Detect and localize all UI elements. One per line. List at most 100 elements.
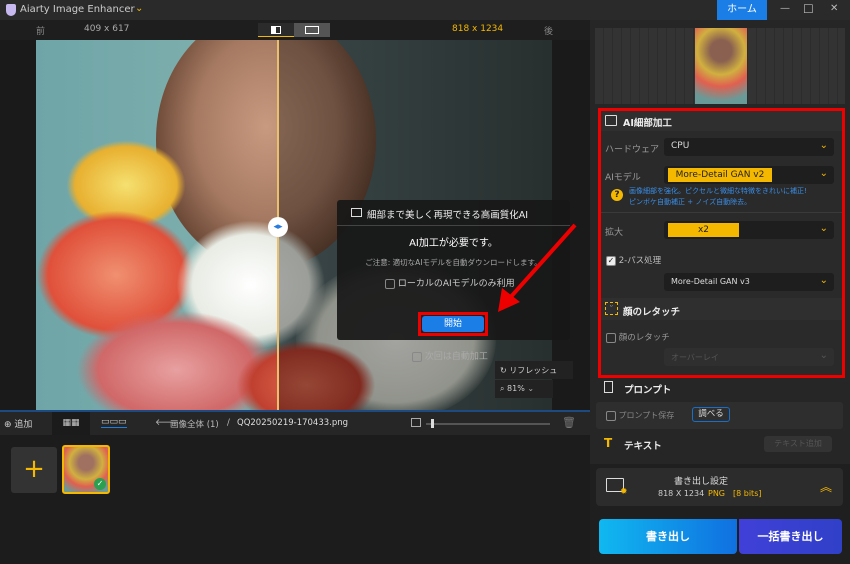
chevron-down-icon: ⌄ bbox=[819, 350, 828, 361]
compare-handle-icon[interactable]: ◂▸ bbox=[268, 217, 288, 237]
refresh-icon: ↻ bbox=[500, 366, 507, 375]
monitor-icon bbox=[351, 208, 362, 217]
two-pass-checkbox[interactable]: ✓ 2-パス処理 bbox=[606, 254, 661, 266]
prompt-section-title: プロンプト bbox=[624, 385, 672, 396]
breadcrumb-filename: QQ20250219-170433.png bbox=[237, 418, 349, 428]
zoom-value: 81% bbox=[507, 384, 525, 393]
close-button[interactable]: ✕ bbox=[830, 3, 838, 14]
chevron-up-icon[interactable]: ︽ bbox=[820, 478, 832, 495]
home-button[interactable]: ホーム bbox=[717, 0, 767, 20]
hardware-dropdown[interactable]: CPU ⌄ bbox=[664, 138, 834, 156]
chevron-down-icon: ⌄ bbox=[819, 168, 828, 179]
ai-section-title: AI細部加工 bbox=[623, 118, 672, 129]
split-view-icon bbox=[271, 26, 281, 34]
model-description-1: 画像細部を強化。ピクセルと微細な特徴をきれいに補正! bbox=[629, 187, 807, 195]
app-logo-icon bbox=[6, 4, 16, 16]
minimize-button[interactable]: — bbox=[780, 3, 790, 14]
image-size-icon bbox=[411, 418, 421, 427]
export-button[interactable]: 書き出し bbox=[599, 519, 737, 554]
hardware-label: ハードウェア bbox=[605, 145, 660, 155]
two-pass-model-dropdown[interactable]: More-Detail GAN v3 ⌄ bbox=[664, 273, 834, 291]
thumbnail-size-slider[interactable] bbox=[426, 419, 550, 428]
app-menu-chevron-icon[interactable]: ⌄ bbox=[135, 3, 143, 14]
checkbox-icon bbox=[412, 351, 422, 362]
scale-dropdown[interactable]: x2 ⌄ bbox=[664, 221, 834, 239]
after-label: 後 bbox=[544, 27, 554, 37]
face-section-title: 顔のレタッチ bbox=[623, 307, 681, 318]
compare-bar: 前 409 x 617 818 x 1234 後 bbox=[0, 20, 590, 40]
maximize-button[interactable]: ☐ bbox=[803, 2, 814, 16]
lookup-button[interactable]: 調べる bbox=[692, 407, 730, 422]
after-size: 818 x 1234 bbox=[452, 24, 504, 34]
check-badge-icon: ✓ bbox=[94, 478, 106, 490]
two-pass-model-value: More-Detail GAN v3 bbox=[671, 277, 750, 286]
refresh-label: リフレッシュ bbox=[509, 366, 558, 375]
add-text-button[interactable]: テキスト追加 bbox=[764, 436, 832, 452]
image-thumbnail[interactable]: ✓ bbox=[62, 445, 110, 494]
export-size: 818 X 1234 bbox=[658, 489, 705, 498]
export-settings[interactable]: ✹ 書き出し設定 818 X 1234 PNG [8 bits] ︽ bbox=[596, 468, 843, 506]
app-title: Aiarty Image Enhancer bbox=[20, 4, 135, 15]
thumbnail-strip bbox=[595, 28, 845, 104]
add-button[interactable]: ⊕ 追加 bbox=[4, 417, 32, 430]
red-arrow-annotation bbox=[498, 223, 577, 312]
zoom-dropdown[interactable]: ⌕ 81% ⌄ bbox=[495, 380, 553, 398]
help-icon[interactable]: ? bbox=[611, 189, 623, 201]
gear-icon: ✹ bbox=[620, 487, 628, 497]
breadcrumb-separator: / bbox=[227, 418, 230, 428]
trash-icon[interactable]: 🗑 bbox=[562, 416, 576, 429]
prompt-row: プロンプト保存 調べる bbox=[596, 402, 843, 429]
prompt-save-checkbox[interactable]: プロンプト保存 bbox=[606, 410, 674, 421]
plus-circle-icon: ⊕ bbox=[4, 420, 12, 430]
model-description-2: ピンボケ自動補正 + ノイズ自動除去。 bbox=[629, 198, 752, 206]
hardware-value: CPU bbox=[671, 141, 690, 151]
checkmark-icon: ✓ bbox=[606, 255, 616, 266]
grid-view-button[interactable]: ▦▦ bbox=[52, 412, 90, 435]
export-bits: [8 bits] bbox=[733, 489, 762, 498]
two-pass-label: 2-パス処理 bbox=[618, 256, 662, 266]
start-button[interactable]: 開始 bbox=[422, 316, 484, 332]
face-retouch-label: 顔のレタッチ bbox=[618, 333, 670, 343]
before-label: 前 bbox=[36, 27, 46, 37]
batch-export-button[interactable]: 一括書き出し bbox=[739, 519, 842, 554]
side-by-side-icon bbox=[305, 26, 319, 34]
chevron-down-icon: ⌄ bbox=[819, 140, 828, 151]
side-by-side-button[interactable] bbox=[294, 23, 330, 37]
add-image-tile[interactable]: + bbox=[11, 447, 57, 493]
scale-label: 拡大 bbox=[605, 228, 624, 238]
prompt-icon bbox=[604, 381, 613, 393]
model-dropdown[interactable]: More-Detail GAN v2 ⌄ bbox=[664, 166, 834, 184]
auto-process-checkbox[interactable]: 次回は自動加工 bbox=[412, 349, 488, 362]
checkbox-icon bbox=[606, 410, 616, 421]
add-label: 追加 bbox=[14, 420, 33, 430]
text-icon: T bbox=[604, 436, 613, 450]
title-bar: Aiarty Image Enhancer ⌄ ホーム — ☐ ✕ bbox=[0, 0, 850, 20]
chevron-down-icon: ⌄ bbox=[819, 275, 828, 286]
prompt-save-label: プロンプト保存 bbox=[618, 411, 675, 420]
before-size: 409 x 617 bbox=[84, 24, 130, 34]
export-format: PNG bbox=[708, 489, 726, 498]
checkbox-icon bbox=[606, 332, 616, 343]
strip-view-button[interactable]: ▭▭▭ bbox=[101, 417, 127, 428]
ai-section: AI細部加工 ハードウェア CPU ⌄ AIモデル More-Detail GAN… bbox=[601, 111, 842, 375]
bottom-toolbar: ⊕ 追加 ▦▦ ▭▭▭ 🡐 画像全体 (1) / QQ20250219-1704… bbox=[0, 412, 590, 435]
scale-value: x2 bbox=[668, 223, 739, 237]
zoom-icon: ⌕ bbox=[500, 384, 505, 393]
refresh-button[interactable]: ↻ リフレッシュ bbox=[495, 361, 573, 379]
auto-process-label: 次回は自動加工 bbox=[424, 352, 488, 362]
face-retouch-icon: ᵕ bbox=[605, 302, 618, 315]
dialog-header: 細部まで美しく再現できる高画質化AI bbox=[367, 210, 529, 221]
chevron-down-icon: ⌄ bbox=[819, 223, 828, 234]
face-mode-dropdown[interactable]: オーバーレイ ⌄ bbox=[664, 348, 834, 366]
chevron-down-icon: ⌄ bbox=[527, 384, 535, 393]
model-label: AIモデル bbox=[605, 173, 641, 183]
enhance-icon bbox=[605, 115, 617, 126]
face-retouch-checkbox[interactable]: 顔のレタッチ bbox=[606, 331, 670, 343]
split-view-button[interactable] bbox=[258, 23, 294, 37]
current-thumbnail[interactable] bbox=[695, 28, 747, 104]
export-title: 書き出し設定 bbox=[674, 477, 729, 487]
breadcrumb-root[interactable]: 画像全体 (1) bbox=[170, 418, 219, 430]
face-mode-value: オーバーレイ bbox=[671, 353, 719, 362]
model-value: More-Detail GAN v2 bbox=[668, 168, 772, 182]
checkbox-icon bbox=[385, 278, 395, 289]
